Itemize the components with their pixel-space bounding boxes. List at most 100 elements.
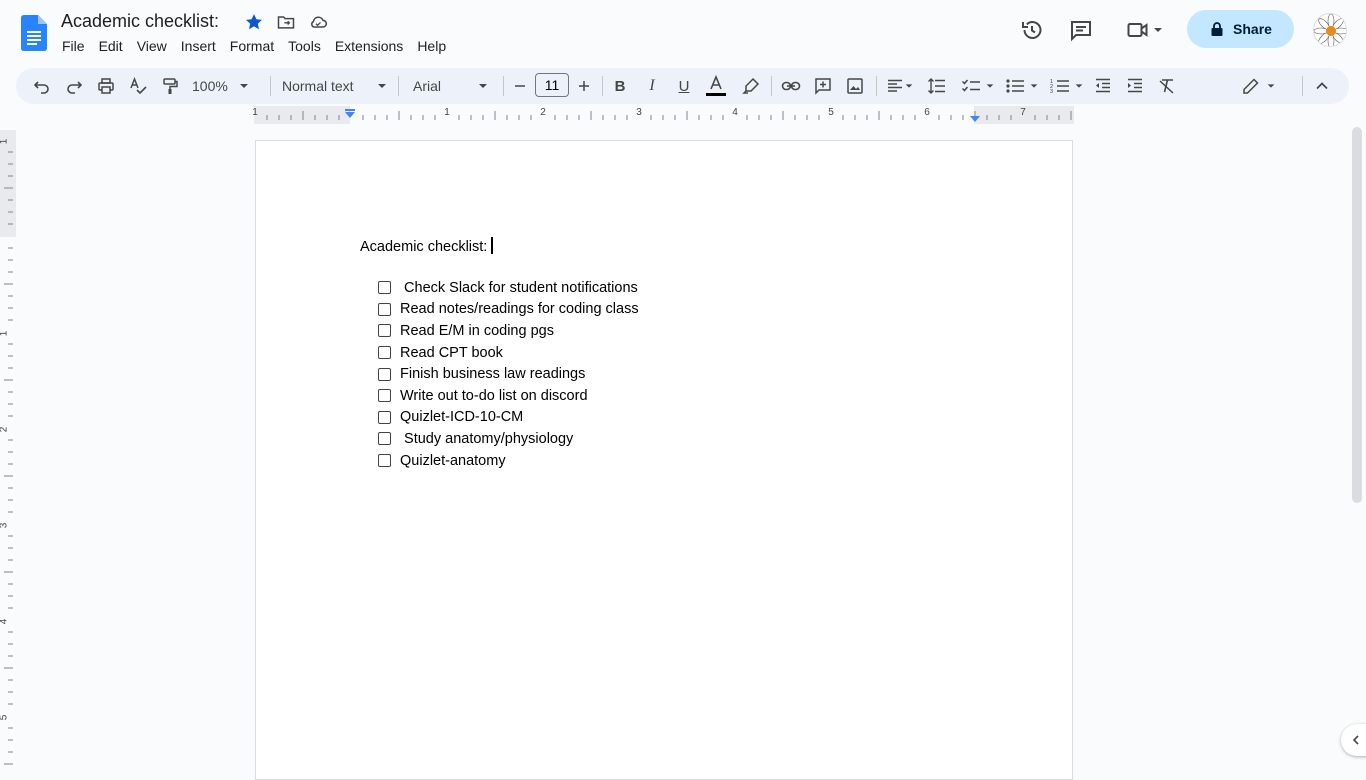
share-button[interactable]: Share [1187, 10, 1294, 48]
bold-button[interactable]: B [610, 68, 630, 104]
pencil-icon [1243, 78, 1259, 94]
star-icon[interactable] [244, 12, 264, 32]
spellcheck-button[interactable] [126, 68, 150, 104]
formatting-toolbar: 100% Normal text Arial B I U 1 2 3 [16, 68, 1349, 104]
checklist-item[interactable]: Finish business law readings [378, 363, 639, 385]
highlight-color-button[interactable] [740, 68, 762, 104]
checklist-item-text: Check Slack for student notifications [400, 279, 638, 296]
paint-format-icon [163, 78, 178, 94]
checklist-item[interactable]: Quizlet-ICD-10-CM [378, 407, 639, 429]
checklist-button[interactable] [958, 68, 998, 104]
ruler-label: 1 [444, 107, 450, 118]
chevron-down-icon [1030, 84, 1038, 88]
zoom-select[interactable]: 100% [192, 68, 256, 104]
redo-button[interactable] [62, 68, 86, 104]
document-heading[interactable]: Academic checklist: [360, 237, 494, 256]
ruler-label: 1 [252, 107, 258, 118]
increase-font-size-button[interactable] [574, 68, 594, 104]
checkbox[interactable] [378, 389, 391, 403]
checklist-item[interactable]: Read E/M in coding pgs [378, 320, 639, 342]
bulleted-list-button[interactable] [1002, 68, 1042, 104]
hide-menus-button[interactable] [1311, 68, 1333, 104]
account-avatar[interactable] [1313, 13, 1347, 47]
history-icon [1022, 21, 1042, 39]
editing-mode-button[interactable] [1240, 68, 1278, 104]
line-spacing-button[interactable] [926, 68, 948, 104]
checkbox[interactable] [378, 324, 391, 338]
move-to-folder-icon[interactable] [276, 12, 296, 32]
menu-view[interactable]: View [130, 36, 174, 56]
checklist-item[interactable]: Write out to-do list on discord [378, 385, 639, 407]
decrease-font-size-button[interactable] [510, 68, 530, 104]
ruler-label: 1 [0, 331, 9, 337]
ruler-label: 7 [1020, 107, 1026, 118]
paint-format-button[interactable] [158, 68, 182, 104]
checkbox[interactable] [378, 454, 391, 468]
decrease-indent-button[interactable] [1092, 68, 1114, 104]
add-comment-button[interactable] [812, 68, 834, 104]
app-header: Academic checklist: File Edit View Inser… [0, 0, 1366, 64]
menu-insert[interactable]: Insert [174, 36, 223, 56]
ruler-label: 4 [732, 107, 738, 118]
add-comment-icon [815, 78, 831, 95]
ruler-label: 2 [0, 427, 9, 433]
paragraph-style-select[interactable]: Normal text [282, 68, 388, 104]
checklist-item-text: Read E/M in coding pgs [400, 322, 554, 339]
checklist-item-text: Study anatomy/physiology [400, 430, 574, 447]
share-label: Share [1233, 21, 1272, 37]
italic-button[interactable]: I [642, 68, 662, 104]
vertical-scrollbar-thumb[interactable] [1352, 127, 1362, 503]
side-panel-toggle-button[interactable] [1341, 724, 1366, 756]
checklist-item[interactable]: Study anatomy/physiology [378, 428, 639, 450]
insert-image-button[interactable] [844, 68, 866, 104]
menu-tools[interactable]: Tools [281, 36, 328, 56]
checklist-item[interactable]: Read notes/readings for coding class [378, 299, 639, 321]
checkbox[interactable] [378, 281, 391, 295]
version-history-button[interactable] [1014, 12, 1050, 48]
text-color-button[interactable] [705, 68, 727, 104]
checklist-item[interactable]: Check Slack for student notifications [378, 277, 639, 299]
ruler-label: 3 [0, 523, 9, 529]
align-left-icon [888, 79, 902, 92]
checklist-icon [961, 79, 980, 92]
clear-formatting-button[interactable] [1156, 68, 1178, 104]
heading-text: Academic checklist: [360, 239, 488, 255]
docs-logo-icon[interactable] [21, 15, 47, 51]
toolbar-divider [398, 76, 399, 96]
cloud-saved-icon[interactable] [308, 12, 328, 32]
document-title[interactable]: Academic checklist: [61, 10, 219, 32]
menu-bar: File Edit View Insert Format Tools Exten… [55, 36, 453, 56]
menu-edit[interactable]: Edit [92, 36, 130, 56]
align-button[interactable] [884, 68, 916, 104]
checkbox[interactable] [378, 346, 391, 360]
increase-indent-button[interactable] [1124, 68, 1146, 104]
toolbar-divider [771, 76, 772, 96]
menu-file[interactable]: File [55, 36, 92, 56]
comments-button[interactable] [1063, 12, 1099, 48]
insert-link-button[interactable] [780, 68, 802, 104]
first-line-indent-marker [345, 109, 355, 111]
menu-extensions[interactable]: Extensions [328, 36, 410, 56]
font-value: Arial [413, 78, 442, 94]
checklist-item-text: Quizlet-ICD-10-CM [400, 409, 524, 426]
checkbox[interactable] [378, 432, 391, 446]
checklist-item[interactable]: Read CPT book [378, 342, 639, 364]
menu-format[interactable]: Format [223, 36, 281, 56]
checklist-item[interactable]: Quizlet-anatomy [378, 450, 639, 472]
ruler-ticks [254, 106, 1074, 124]
menu-help[interactable]: Help [410, 36, 453, 56]
meet-button[interactable] [1120, 12, 1170, 48]
comment-icon [1071, 21, 1091, 42]
daisy-avatar-icon [1314, 14, 1346, 46]
chevron-down-icon [479, 84, 487, 88]
undo-button[interactable] [30, 68, 54, 104]
checkbox[interactable] [378, 367, 391, 381]
font-select[interactable]: Arial [413, 68, 489, 104]
image-icon [847, 78, 863, 94]
underline-button[interactable]: U [674, 68, 694, 104]
checkbox[interactable] [378, 410, 391, 424]
checkbox[interactable] [378, 302, 391, 316]
font-size-input[interactable] [535, 73, 569, 97]
numbered-list-button[interactable]: 123 [1047, 68, 1087, 104]
print-button[interactable] [94, 68, 118, 104]
